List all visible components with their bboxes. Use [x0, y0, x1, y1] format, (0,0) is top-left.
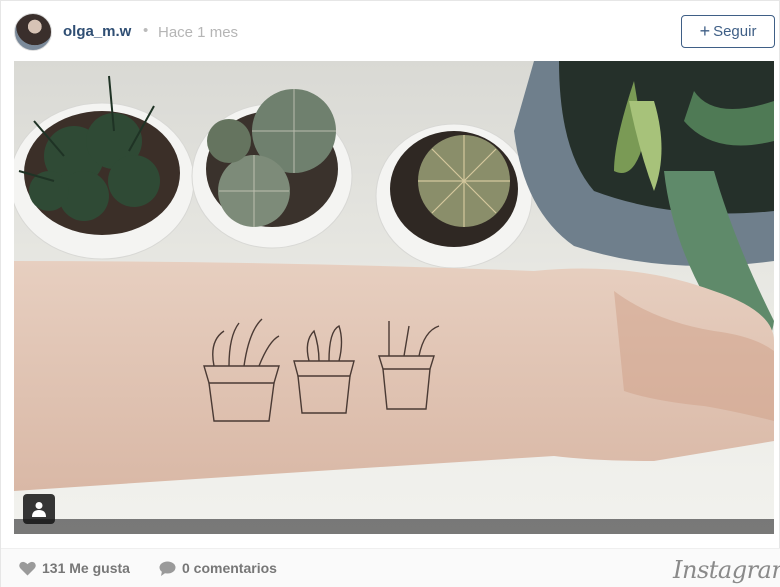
instagram-logo[interactable]: Instagram — [673, 556, 780, 584]
likes-count: 131 Me gusta — [42, 560, 130, 576]
heart-icon — [19, 561, 36, 575]
likes-button[interactable]: 131 Me gusta — [19, 560, 130, 576]
avatar[interactable] — [14, 13, 52, 51]
tagged-users-button[interactable] — [23, 494, 55, 524]
follow-label: Seguir — [713, 23, 757, 40]
instagram-post-card: olga_m.w • Hace 1 mes + Seguir 131 Me gu… — [0, 0, 780, 587]
username-link[interactable]: olga_m.w — [63, 23, 131, 40]
post-photo[interactable] — [14, 61, 774, 534]
separator-dot: • — [143, 22, 149, 39]
post-header: olga_m.w • Hace 1 mes + Seguir — [1, 1, 780, 61]
follow-button[interactable]: + Seguir — [681, 15, 775, 48]
comments-count: 0 comentarios — [182, 560, 277, 576]
photo-illustration — [14, 61, 774, 534]
person-icon — [32, 502, 46, 517]
speech-bubble-icon — [159, 561, 176, 576]
plus-icon: + — [699, 20, 711, 41]
post-footer: 131 Me gusta 0 comentarios Instagram — [1, 548, 780, 587]
post-time[interactable]: Hace 1 mes — [158, 24, 238, 41]
comments-button[interactable]: 0 comentarios — [159, 560, 277, 576]
